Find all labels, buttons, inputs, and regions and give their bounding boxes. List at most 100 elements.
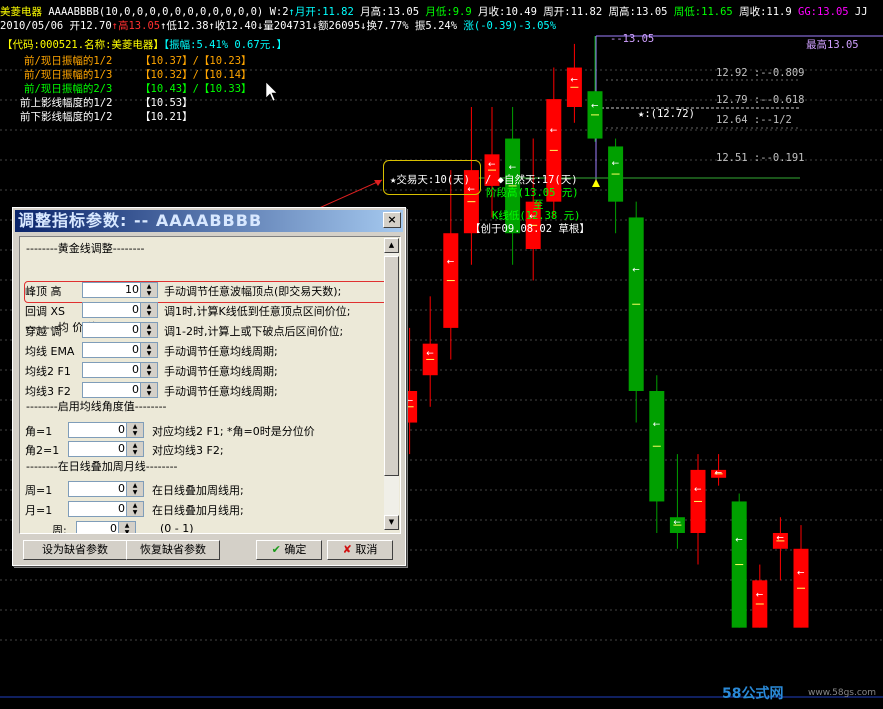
header-field: 涨(-0.39)-3.05% [457, 20, 557, 32]
arrow-marker-icon: ← [406, 396, 414, 406]
arrow-marker-icon: ← [756, 591, 764, 601]
header-field: JJ [848, 6, 868, 18]
cancel-button[interactable]: ✘ 取消 [327, 540, 393, 560]
fib-level-label: --13.05 [610, 33, 655, 45]
info-label: 前下影线幅度的1/2 [20, 111, 113, 123]
param-spin-input[interactable]: 0 ▲ ▼ [68, 422, 144, 438]
header-field: ↓量204731 [256, 20, 312, 32]
info-value: 【10.32】/【10.14】 [140, 69, 252, 81]
param-value: 0 [132, 363, 139, 376]
ok-button[interactable]: ✔ 确定 [256, 540, 322, 560]
fib-level-label: 最高13.05 [806, 39, 859, 51]
header-field: ↓额26095 [311, 20, 361, 32]
restore-default-button[interactable]: 恢复缺省参数 [126, 540, 220, 560]
spin-arrows-icon[interactable]: ▲ ▼ [126, 423, 143, 437]
spin-arrows-icon[interactable]: ▲ ▼ [126, 442, 143, 456]
param-spin-input[interactable]: 0 ▲ ▼ [68, 441, 144, 457]
param-desc: 手动调节任意均线周期; [164, 345, 278, 358]
param-spin-input[interactable]: 0 ▲ ▼ [82, 362, 158, 378]
param-spin-input[interactable]: 0 ▲ ▼ [68, 481, 144, 497]
spin-arrows-icon[interactable]: ▲ ▼ [140, 283, 157, 297]
ok-label: 确定 [284, 543, 307, 556]
info-label: 前/现日振幅的1/2 [24, 55, 113, 67]
arrow-marker-icon: ← [570, 75, 578, 85]
info-value: 【10.37】/【10.23】 [140, 55, 252, 67]
scroll-down-icon[interactable]: ▼ [384, 515, 399, 530]
spin-arrows-icon[interactable]: ▲ ▼ [126, 502, 143, 516]
param-value: 0 [132, 383, 139, 396]
arrow-marker-icon: ← [488, 160, 496, 170]
watermark-logo: 58公式网 [722, 686, 784, 702]
spin-arrows-icon[interactable]: ▲ ▼ [140, 383, 157, 397]
scroll-thumb[interactable] [384, 256, 399, 476]
param-desc: 手动调节任意波幅顶点(即交易天数); [164, 285, 342, 298]
k-low: K线低(12.38 元) [492, 210, 581, 222]
param-spin-input[interactable]: 0 ▲ ▼ [76, 521, 136, 534]
natural-days: / ◆自然天:17(天) [485, 174, 578, 186]
param-spin-input[interactable]: 0 ▲ ▼ [68, 501, 144, 517]
spin-arrows-icon[interactable]: ▲ ▼ [140, 343, 157, 357]
arrow-marker-icon: ← [715, 468, 723, 478]
param-value: 10 [125, 283, 139, 296]
close-button[interactable]: × [383, 212, 401, 228]
param-label: 穿越 调 [25, 325, 62, 338]
arrow-marker-icon: ← [426, 349, 434, 359]
spin-arrows-icon[interactable]: ▲ ▼ [140, 363, 157, 377]
param-spin-input[interactable]: 10 ▲ ▼ [82, 282, 158, 298]
watermark-url: www.58gs.com [808, 688, 877, 698]
param-spin-input[interactable]: 0 ▲ ▼ [82, 382, 158, 398]
param-label: 回调 XS [25, 305, 66, 318]
arrow-marker-icon: ← [776, 534, 784, 544]
param-label: 均线 EMA [25, 345, 75, 358]
header-field: 【振幅:5.41% 0.67元.】 [163, 39, 288, 51]
header-field: ↑高13.05 [111, 20, 161, 32]
param-value: 0 [132, 303, 139, 316]
param-spin-input[interactable]: 0 ▲ ▼ [82, 322, 158, 338]
info-value: 【10.53】 [140, 97, 193, 109]
header-field: ↑收12.40 [208, 20, 257, 32]
scroll-up-icon[interactable]: ▲ [384, 238, 399, 253]
param-value: 0 [118, 502, 125, 515]
param-desc: 手动调节任意均线周期; [164, 385, 278, 398]
param-label: 角2=1 [25, 444, 60, 457]
arrow-marker-icon: ← [797, 568, 805, 578]
header-field: 振5.24% [408, 20, 458, 32]
spin-arrows-icon[interactable]: ▲ ▼ [118, 522, 135, 533]
fib-level-label: 12.51 :--0.191 [716, 152, 805, 164]
param-label: 周=1 [25, 484, 53, 497]
check-icon: ✔ [271, 543, 281, 556]
spin-arrows-icon[interactable]: ▲ ▼ [140, 323, 157, 337]
arrow-marker-icon: ← [612, 159, 620, 169]
header-field: 周高:13.05 [602, 6, 668, 18]
info-value: 【10.43】/【10.33】 [140, 83, 252, 95]
arrow-marker-icon: ← [694, 485, 702, 495]
adjust-params-dialog: 调整指标参数: -- AAAABBBB × --------黄金线调整-----… [12, 207, 406, 566]
param-label: 角=1 [25, 425, 53, 438]
header-field: ↓换7.77% [360, 20, 409, 32]
header-field: 月高:13.05 [353, 6, 420, 18]
param-value: 0 [110, 522, 117, 534]
dialog-scrollbar[interactable]: ▲ ▼ [384, 238, 399, 530]
arrow-marker-icon: ← [673, 518, 681, 528]
param-spin-input[interactable]: 0 ▲ ▼ [82, 342, 158, 358]
param-desc: 对应均线3 F2; [152, 444, 224, 457]
dialog-title[interactable]: 调整指标参数: -- AAAABBBB [15, 210, 403, 232]
trade-days: ★交易天:10(天) [390, 174, 470, 186]
fib-level-label: 12.64 :--1/2 [716, 114, 792, 126]
info-label: 前/现日振幅的2/3 [24, 83, 113, 95]
param-label: 峰顶 高 [25, 285, 62, 298]
header-field: 周低:11.65 [667, 6, 733, 18]
param-spin-input[interactable]: 0 ▲ ▼ [82, 302, 158, 318]
header-field: 周收:11.9 [732, 6, 792, 18]
section-week-month: --------在日线叠加周月线-------- [26, 460, 178, 473]
set-default-button[interactable]: 设为缺省参数 [23, 540, 127, 560]
section-angle: --------启用均线角度值-------- [26, 400, 167, 413]
spin-arrows-icon[interactable]: ▲ ▼ [126, 482, 143, 496]
created-note: 【创于09.08.02 草根】 [470, 223, 590, 235]
param-label: 周: [52, 524, 67, 534]
arrow-marker-icon: ← [550, 126, 558, 136]
header-line-period: 美菱电器 AAAABBBB(10,0,0,0,0,0,0,0,0,0,0,0) … [0, 6, 868, 19]
param-value: 0 [118, 442, 125, 455]
spin-arrows-icon[interactable]: ▲ ▼ [140, 303, 157, 317]
param-desc: 在日线叠加月线用; [152, 504, 244, 517]
